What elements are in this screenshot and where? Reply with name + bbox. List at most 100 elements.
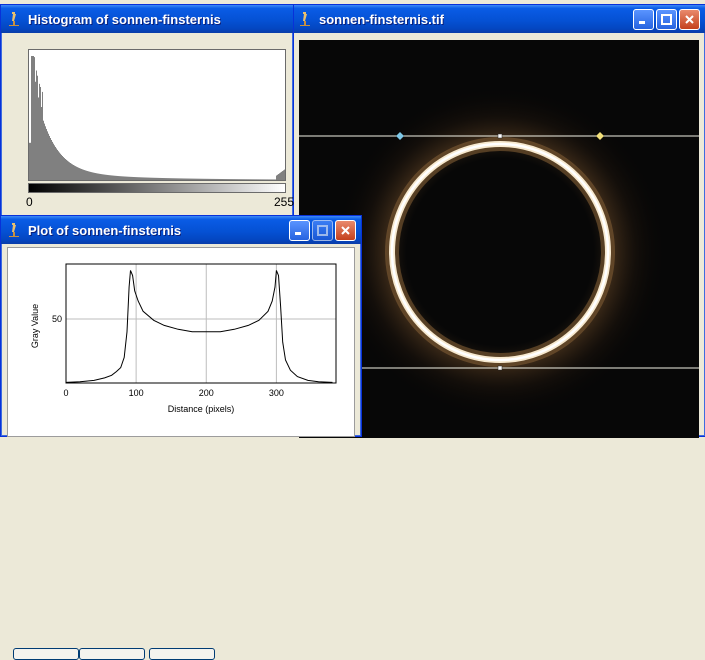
histogram-bar bbox=[67, 160, 68, 180]
histogram-bar bbox=[117, 175, 118, 180]
maximize-button[interactable] bbox=[656, 9, 677, 30]
histogram-bar bbox=[189, 178, 190, 180]
histogram-bar bbox=[139, 177, 140, 180]
histogram-bar bbox=[200, 178, 201, 180]
maximize-button[interactable] bbox=[312, 220, 333, 241]
histogram-bar bbox=[211, 178, 212, 180]
histogram-window-titlebar[interactable]: Histogram of sonnen-finsternis bbox=[1, 5, 293, 33]
histogram-bar bbox=[282, 171, 283, 180]
histogram-bar bbox=[210, 178, 211, 180]
histogram-bar bbox=[147, 177, 148, 180]
histogram-bar bbox=[123, 176, 124, 180]
histogram-bar bbox=[284, 169, 285, 180]
histogram-bar bbox=[63, 157, 64, 180]
histogram-bar bbox=[191, 178, 192, 180]
histogram-bar bbox=[184, 178, 185, 180]
histogram-bar bbox=[32, 56, 33, 180]
histogram-bar bbox=[128, 176, 129, 180]
histogram-bar bbox=[267, 179, 268, 180]
x-tick-label: 100 bbox=[129, 388, 144, 398]
selection-handle-bottom[interactable] bbox=[497, 365, 503, 371]
minimize-button[interactable] bbox=[289, 220, 310, 241]
histogram-bar bbox=[273, 179, 274, 180]
histogram-bar bbox=[283, 170, 284, 180]
histogram-bar bbox=[278, 174, 279, 180]
histogram-bar bbox=[160, 177, 161, 180]
histogram-bar bbox=[80, 168, 81, 180]
plot-panel: 0 100 200 300 50 Distance (pixels) Gray Valu… bbox=[7, 247, 355, 437]
histogram-bar bbox=[56, 148, 57, 180]
histogram-bars bbox=[29, 56, 285, 180]
copy-button[interactable] bbox=[149, 648, 215, 660]
histogram-bar bbox=[182, 178, 183, 180]
plot-window-titlebar[interactable]: Plot of sonnen-finsternis bbox=[1, 216, 361, 244]
image-window-titlebar[interactable]: sonnen-finsternis.tif bbox=[292, 5, 705, 33]
save-button[interactable] bbox=[79, 648, 145, 660]
histogram-bar bbox=[111, 175, 112, 180]
selection-handle-top[interactable] bbox=[497, 133, 503, 139]
histogram-bar bbox=[163, 178, 164, 180]
histogram-bar bbox=[255, 179, 256, 180]
histogram-bar bbox=[240, 179, 241, 180]
histogram-bar bbox=[112, 175, 113, 180]
plot-window[interactable]: Plot of sonnen-finsternis 0 100 200 300 50 D… bbox=[0, 215, 362, 660]
histogram-bar bbox=[216, 178, 217, 180]
histogram-bar bbox=[155, 177, 156, 180]
histogram-bar bbox=[177, 178, 178, 180]
histogram-bar bbox=[81, 168, 82, 180]
histogram-bar bbox=[30, 142, 31, 180]
histogram-bar bbox=[212, 178, 213, 180]
histogram-bar bbox=[185, 178, 186, 180]
histogram-bar bbox=[204, 178, 205, 180]
close-button[interactable] bbox=[335, 220, 356, 241]
histogram-plot bbox=[28, 49, 286, 181]
histogram-bar bbox=[35, 81, 36, 180]
histogram-bar bbox=[134, 177, 135, 180]
histogram-bar bbox=[253, 179, 254, 180]
x-axis-label: Distance (pixels) bbox=[168, 404, 235, 414]
histogram-bar bbox=[186, 178, 187, 180]
histogram-bar bbox=[169, 178, 170, 180]
microscope-icon bbox=[9, 12, 19, 26]
histogram-bar bbox=[129, 176, 130, 180]
histogram-bar bbox=[122, 176, 123, 180]
histogram-bar bbox=[223, 179, 224, 180]
histogram-bar bbox=[208, 178, 209, 180]
histogram-window[interactable]: Histogram of sonnen-finsternis 0 255 bbox=[0, 4, 294, 230]
histogram-bar bbox=[228, 179, 229, 180]
histogram-bar bbox=[54, 145, 55, 180]
histogram-bar bbox=[242, 179, 243, 180]
histogram-bar bbox=[91, 172, 92, 180]
histogram-bar bbox=[250, 179, 251, 180]
histogram-bar bbox=[161, 177, 162, 180]
histogram-axis-min: 0 bbox=[26, 195, 33, 209]
histogram-bar bbox=[33, 56, 34, 180]
histogram-bar bbox=[95, 173, 96, 180]
list-button[interactable] bbox=[13, 648, 79, 660]
histogram-bar bbox=[64, 158, 65, 180]
histogram-bar bbox=[76, 166, 77, 180]
histogram-bar bbox=[279, 173, 280, 180]
histogram-bar bbox=[70, 163, 71, 180]
histogram-bar bbox=[100, 173, 101, 180]
close-button[interactable] bbox=[679, 9, 700, 30]
histogram-bar bbox=[84, 170, 85, 180]
histogram-bar bbox=[85, 170, 86, 180]
histogram-bar bbox=[277, 174, 278, 180]
histogram-bar bbox=[246, 179, 247, 180]
microscope-icon bbox=[300, 12, 310, 26]
histogram-bar bbox=[261, 179, 262, 180]
histogram-bar bbox=[115, 175, 116, 180]
corona-glow bbox=[330, 82, 670, 422]
histogram-bar bbox=[257, 179, 258, 180]
histogram-bar bbox=[259, 179, 260, 180]
x-tick-label: 300 bbox=[269, 388, 284, 398]
histogram-bar bbox=[194, 178, 195, 180]
x-tick-label: 200 bbox=[199, 388, 214, 398]
histogram-bar bbox=[142, 177, 143, 180]
histogram-bar bbox=[52, 141, 53, 180]
histogram-bar bbox=[188, 178, 189, 180]
histogram-bar bbox=[83, 169, 84, 180]
minimize-button[interactable] bbox=[633, 9, 654, 30]
histogram-bar bbox=[178, 178, 179, 180]
